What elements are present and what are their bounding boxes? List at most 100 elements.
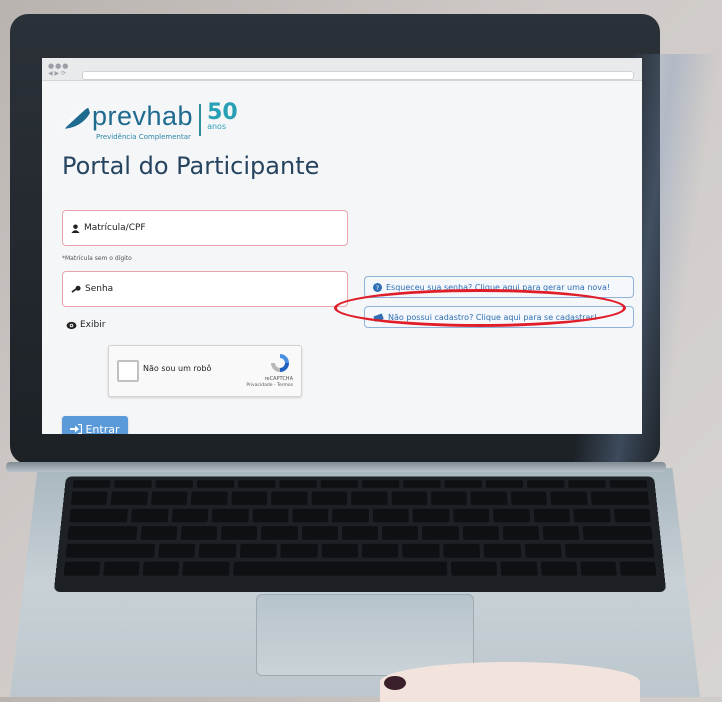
hand (380, 662, 640, 702)
keyboard-key[interactable] (540, 561, 577, 576)
show-password-toggle[interactable]: Exibir (66, 320, 105, 330)
keyboard-key[interactable] (582, 526, 653, 540)
keyboard-key[interactable] (613, 508, 651, 523)
keyboard-key[interactable] (150, 491, 188, 505)
keyboard-key[interactable] (502, 526, 540, 540)
keyboard-key[interactable] (63, 561, 101, 576)
keyboard-key[interactable] (171, 508, 209, 523)
keyboard-key[interactable] (403, 480, 441, 488)
keyboard-key[interactable] (252, 508, 289, 523)
keyboard-key[interactable] (568, 480, 606, 488)
keyboard-key[interactable] (590, 491, 650, 505)
keyboard-key[interactable] (444, 480, 483, 488)
keyboard-key[interactable] (292, 508, 329, 523)
keyboard-key[interactable] (573, 508, 611, 523)
keyboard-key[interactable] (462, 526, 500, 540)
keyboard-key[interactable] (103, 561, 141, 576)
keyboard-key[interactable] (261, 526, 298, 540)
logo-brand: prevhab (92, 101, 194, 131)
keyboard-key[interactable] (524, 543, 563, 558)
keyboard-key[interactable] (191, 491, 228, 505)
recaptcha-terms-link[interactable]: Privacidade - Termos (246, 383, 293, 388)
keyboard-key[interactable] (70, 491, 109, 505)
address-bar[interactable] (82, 71, 634, 80)
login-placeholder: Matrícula/CPF (84, 223, 146, 233)
keyboard-key[interactable] (196, 480, 235, 488)
keyboard-key[interactable] (180, 526, 218, 540)
keyboard-key[interactable] (211, 508, 249, 523)
keyboard-key[interactable] (239, 543, 277, 558)
trackpad[interactable] (256, 594, 474, 676)
keyboard-key[interactable] (351, 491, 388, 505)
keyboard-key[interactable] (372, 508, 410, 523)
keyboard-key[interactable] (280, 543, 318, 558)
keyboard-key[interactable] (430, 491, 468, 505)
window-controls[interactable]: ●●● (48, 62, 69, 70)
keyboard-key[interactable] (382, 526, 419, 540)
keyboard-key[interactable] (182, 561, 230, 576)
login-hint: *Matrícula sem o dígito (62, 255, 132, 262)
keyboard-key[interactable] (320, 480, 359, 488)
keyboard-key[interactable] (402, 543, 440, 558)
keyboard-key[interactable] (550, 491, 588, 505)
keyboard-key[interactable] (412, 508, 450, 523)
keyboard-key[interactable] (619, 561, 657, 576)
eye-icon (66, 321, 77, 329)
keyboard-key[interactable] (157, 543, 196, 558)
keyboard-key[interactable] (67, 526, 138, 540)
keyboard-key[interactable] (237, 480, 276, 488)
key-icon (71, 285, 81, 293)
keyboard-key[interactable] (114, 480, 152, 488)
keyboard-key[interactable] (391, 491, 428, 505)
keyboard-key[interactable] (231, 491, 268, 505)
keyboard-key[interactable] (483, 543, 522, 558)
prevhab-logo: prevhab 50 anos Previdência Complementar (62, 101, 238, 141)
recaptcha-checkbox[interactable] (117, 360, 139, 382)
keyboard-key[interactable] (65, 543, 155, 558)
keyboard-key[interactable] (110, 491, 149, 505)
keyboard-key[interactable] (155, 480, 194, 488)
question-circle-icon: ? (373, 282, 382, 292)
keyboard-key[interactable] (198, 543, 237, 558)
keyboard-key[interactable] (361, 480, 400, 488)
keyboard-key[interactable] (321, 543, 358, 558)
keyboard-key[interactable] (579, 561, 617, 576)
keyboard-key[interactable] (69, 508, 129, 523)
keyboard-key[interactable] (332, 508, 369, 523)
keyboard-key[interactable] (493, 508, 531, 523)
keyboard-key[interactable] (301, 526, 338, 540)
red-highlight-circle (334, 289, 626, 327)
keyboard-key[interactable] (450, 561, 498, 576)
keyboard-key[interactable] (510, 491, 548, 505)
keyboard-row (67, 526, 653, 540)
login-field[interactable]: Matrícula/CPF (62, 210, 348, 246)
enter-button-label: Entrar (85, 422, 120, 435)
keyboard-key[interactable] (533, 508, 571, 523)
browser-nav-icons[interactable]: ◀ ▶ ⟳ (48, 70, 66, 77)
keyboard-key[interactable] (542, 526, 580, 540)
keyboard-key[interactable] (131, 508, 169, 523)
laptop-screen: ●●● ◀ ▶ ⟳ prevhab 50 anos Previdência Co… (42, 58, 642, 434)
keyboard-key[interactable] (361, 543, 399, 558)
keyboard-key[interactable] (526, 480, 565, 488)
spacebar[interactable] (233, 561, 448, 576)
keyboard-key[interactable] (279, 480, 317, 488)
keyboard-key[interactable] (422, 526, 459, 540)
enter-button[interactable]: Entrar (62, 416, 128, 434)
keyboard-key[interactable] (565, 543, 655, 558)
keyboard-key[interactable] (220, 526, 258, 540)
show-password-label: Exibir (80, 320, 106, 330)
keyboard-key[interactable] (311, 491, 348, 505)
keyboard-key[interactable] (143, 561, 180, 576)
password-field[interactable]: Senha (62, 271, 348, 307)
keyboard-key[interactable] (140, 526, 178, 540)
keyboard-key[interactable] (443, 543, 481, 558)
keyboard-key[interactable] (470, 491, 508, 505)
keyboard-key[interactable] (452, 508, 490, 523)
keyboard-key[interactable] (341, 526, 379, 540)
keyboard-key[interactable] (485, 480, 524, 488)
keyboard-key[interactable] (609, 480, 648, 488)
keyboard-key[interactable] (72, 480, 111, 488)
keyboard-key[interactable] (271, 491, 308, 505)
keyboard-key[interactable] (500, 561, 538, 576)
